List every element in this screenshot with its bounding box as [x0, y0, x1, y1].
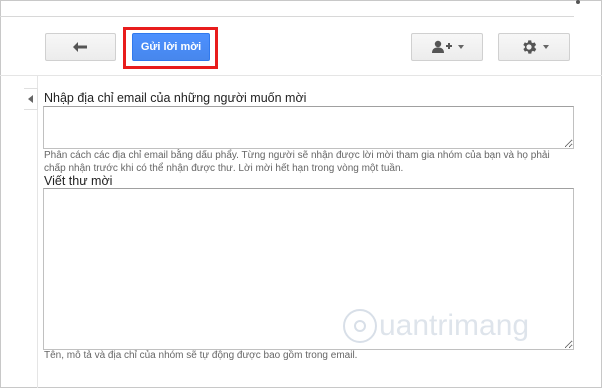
menu-dot-icon: [576, 0, 580, 4]
toolbar-divider: [0, 75, 602, 76]
chevron-left-icon: [28, 95, 33, 103]
send-invite-button[interactable]: Gửi lời mời: [132, 33, 210, 61]
manage-members-button[interactable]: [411, 33, 483, 61]
email-field[interactable]: [43, 106, 574, 149]
arrow-left-icon: [72, 42, 87, 52]
watermark: uantrimang: [343, 306, 529, 346]
message-field-label: Viết thư mời: [44, 174, 113, 188]
collapse-panel-toggle[interactable]: [24, 88, 38, 110]
email-hint: Phân cách các địa chỉ email bằng dấu phẩ…: [44, 150, 550, 174]
chevron-down-icon: [457, 45, 464, 49]
back-button[interactable]: [45, 33, 116, 61]
email-field-label: Nhập địa chỉ email của những người muốn …: [44, 91, 307, 105]
settings-button[interactable]: [498, 33, 570, 61]
chevron-down-icon: [542, 45, 549, 49]
message-hint: Tên, mô tả và địa chỉ của nhóm sẽ tự độn…: [44, 350, 358, 361]
add-person-icon: [431, 40, 452, 53]
gear-icon: [522, 40, 536, 54]
left-panel-divider: [37, 76, 38, 388]
watermark-text: uantrimang: [379, 309, 530, 342]
top-divider: [0, 16, 574, 17]
watermark-logo-icon: [343, 309, 377, 343]
